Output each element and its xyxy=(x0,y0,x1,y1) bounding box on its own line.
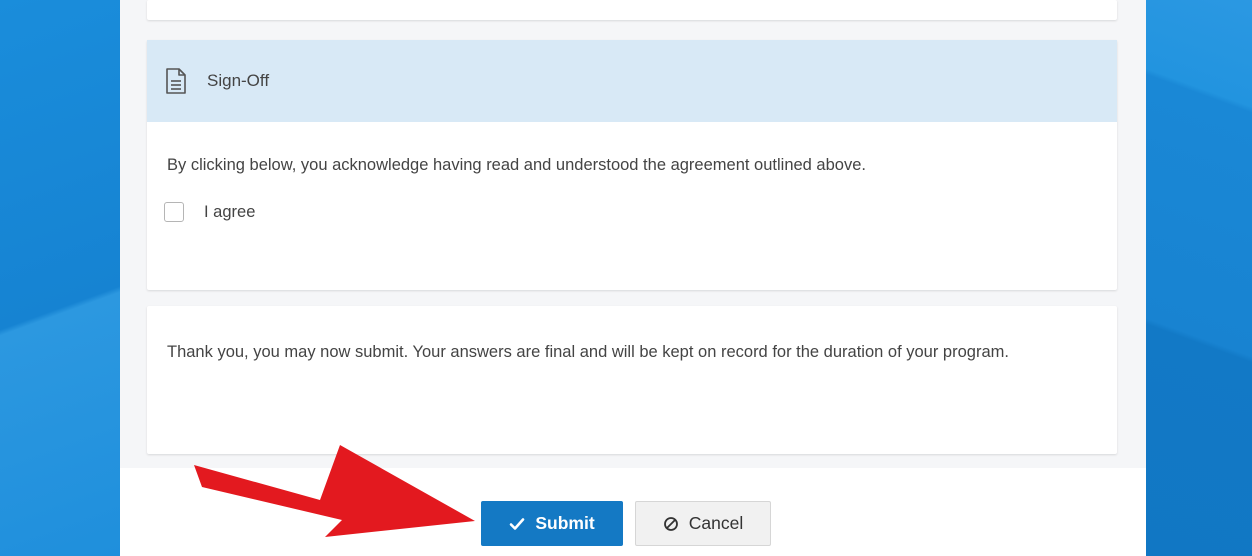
background-right xyxy=(1146,0,1252,556)
background-left xyxy=(0,0,120,556)
signoff-title: Sign-Off xyxy=(207,71,270,90)
prohibited-icon xyxy=(663,516,678,531)
signoff-body: By clicking below, you acknowledge havin… xyxy=(147,122,1117,222)
pointer-arrow-annotation xyxy=(194,445,475,537)
agree-checkbox[interactable] xyxy=(164,202,184,222)
submit-button[interactable]: Submit xyxy=(481,501,623,546)
checkmark-icon xyxy=(510,517,525,530)
acknowledgement-text: By clicking below, you acknowledge havin… xyxy=(167,156,866,174)
document-icon xyxy=(166,68,186,94)
arrow-shape xyxy=(194,445,475,537)
submit-label: Submit xyxy=(535,513,595,533)
cancel-button[interactable]: Cancel xyxy=(635,501,771,546)
agree-option[interactable]: I agree xyxy=(164,202,1097,222)
agree-label[interactable]: I agree xyxy=(204,203,255,222)
submit-notice-text: Thank you, you may now submit. Your answ… xyxy=(167,343,1009,361)
signoff-header: Sign-Off xyxy=(147,40,1117,122)
signoff-card: Sign-Off By clicking below, you acknowle… xyxy=(147,40,1117,290)
previous-section-card xyxy=(147,0,1117,20)
cancel-label: Cancel xyxy=(688,513,744,533)
